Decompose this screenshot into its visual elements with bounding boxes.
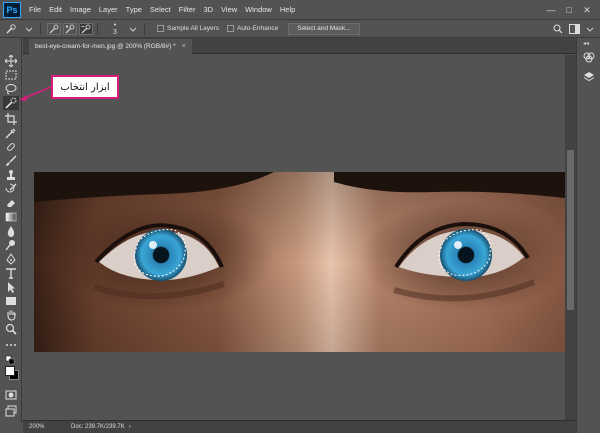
menu-items: File Edit Image Layer Type Select Filter… — [29, 0, 303, 20]
brush-size-picker[interactable]: • 3 — [108, 22, 122, 36]
brush-size-value: 3 — [113, 28, 117, 36]
menu-type[interactable]: Type — [126, 0, 142, 20]
hand-icon[interactable] — [3, 308, 19, 322]
checkbox-box — [227, 25, 235, 32]
checkbox-box — [157, 25, 164, 32]
chevron-down-icon[interactable] — [584, 23, 596, 35]
annotation-callout: ابزار انتخاب — [51, 75, 119, 99]
marquee-icon[interactable] — [3, 68, 19, 82]
screen-mode-icon[interactable] — [3, 404, 19, 418]
face-eyes-photo — [34, 172, 565, 352]
document-info: Doc: 239.7K/239.7K — [71, 424, 125, 430]
pen-icon[interactable] — [3, 252, 19, 266]
clone-stamp-icon[interactable] — [3, 168, 19, 182]
quick-selection-preset-icon — [6, 23, 16, 33]
options-right-icons — [548, 23, 596, 35]
subtract-from-selection-icon — [81, 24, 91, 33]
photoshop-window: Ps File Edit Image Layer Type Select Fil… — [0, 0, 600, 433]
blur-icon[interactable] — [3, 224, 19, 238]
photoshop-logo: Ps — [3, 1, 21, 18]
vertical-scrollbar[interactable] — [565, 55, 576, 420]
options-divider — [97, 22, 98, 35]
document-tab[interactable]: best-eye-cream-for-men.jpg @ 200% (RGB/8… — [29, 39, 192, 54]
options-divider — [144, 22, 145, 35]
status-menu-arrow[interactable]: › — [129, 424, 131, 430]
auto-enhance-label: Auto-Enhance — [237, 25, 279, 32]
chevron-down-icon[interactable] — [22, 23, 36, 35]
chevron-down-icon[interactable] — [126, 23, 140, 35]
search-icon[interactable] — [552, 23, 564, 35]
add-to-selection-button[interactable] — [63, 22, 77, 35]
select-and-mask-button[interactable]: Select and Mask... — [288, 22, 360, 35]
maximize-button[interactable]: □ — [560, 3, 578, 17]
color-panel-icon[interactable] — [582, 50, 596, 64]
brush-icon[interactable] — [3, 154, 19, 168]
tool-preset-picker[interactable] — [4, 23, 18, 35]
type-icon[interactable] — [3, 266, 19, 280]
options-bar: • 3 Sample All Layers Auto-Enhance Selec… — [0, 20, 600, 38]
eyedropper-icon[interactable] — [3, 126, 19, 140]
zoom-level[interactable]: 200% — [29, 424, 65, 430]
history-brush-icon[interactable] — [3, 182, 19, 196]
lasso-icon[interactable] — [3, 82, 19, 96]
menu-select[interactable]: Select — [150, 0, 171, 20]
foreground-color-swatch[interactable] — [5, 366, 15, 376]
menu-bar: Ps File Edit Image Layer Type Select Fil… — [0, 0, 600, 20]
new-selection-icon — [49, 24, 59, 33]
menu-filter[interactable]: Filter — [179, 0, 196, 20]
close-tab-icon[interactable]: × — [182, 39, 186, 54]
zoom-icon[interactable] — [3, 322, 19, 336]
expand-panels-icon[interactable]: ◂◂ — [583, 40, 589, 47]
vertical-scroll-thumb[interactable] — [567, 150, 574, 310]
quick-mask-icon[interactable] — [3, 388, 19, 402]
healing-brush-icon[interactable] — [3, 140, 19, 154]
add-to-selection-icon — [65, 24, 75, 33]
minimize-button[interactable]: — — [542, 3, 560, 17]
menu-3d[interactable]: 3D — [203, 0, 213, 20]
path-selection-icon[interactable] — [3, 280, 19, 294]
sample-all-layers-label: Sample All Layers — [167, 25, 220, 32]
window-controls: — □ ✕ — [542, 0, 596, 20]
auto-enhance-checkbox[interactable]: Auto-Enhance — [227, 25, 278, 32]
menu-window[interactable]: Window — [245, 0, 272, 20]
menu-edit[interactable]: Edit — [49, 0, 62, 20]
document-image[interactable] — [34, 172, 565, 352]
dodge-icon[interactable] — [3, 238, 19, 252]
close-button[interactable]: ✕ — [578, 3, 596, 17]
gradient-icon[interactable] — [3, 210, 19, 224]
menu-image[interactable]: Image — [70, 0, 91, 20]
menu-view[interactable]: View — [221, 0, 237, 20]
canvas-area[interactable] — [23, 55, 565, 420]
annotation-label: ابزار انتخاب — [60, 81, 110, 93]
layers-panel-icon[interactable] — [582, 70, 596, 84]
document-tab-bar: best-eye-cream-for-men.jpg @ 200% (RGB/8… — [23, 38, 576, 54]
subtract-from-selection-button[interactable] — [79, 22, 93, 35]
more-tools-icon[interactable] — [3, 338, 19, 352]
move-icon[interactable] — [3, 54, 19, 68]
menu-help[interactable]: Help — [280, 0, 295, 20]
document-tab-title: best-eye-cream-for-men.jpg @ 200% (RGB/8… — [35, 43, 176, 50]
new-selection-button[interactable] — [47, 22, 61, 35]
menu-file[interactable]: File — [29, 0, 41, 20]
options-divider — [40, 22, 41, 35]
quick-selection-icon[interactable] — [3, 96, 19, 110]
sample-all-layers-checkbox[interactable]: Sample All Layers — [157, 25, 219, 32]
rectangle-icon[interactable] — [3, 294, 19, 308]
collapsed-panels: ◂◂ — [576, 38, 600, 433]
workspace-icon[interactable] — [568, 23, 580, 35]
tools-panel — [0, 38, 22, 423]
brush-dot-icon: • — [113, 21, 117, 29]
status-bar: 200% Doc: 239.7K/239.7K › — [23, 420, 576, 433]
eraser-icon[interactable] — [3, 196, 19, 210]
menu-layer[interactable]: Layer — [99, 0, 118, 20]
crop-icon[interactable] — [3, 112, 19, 126]
